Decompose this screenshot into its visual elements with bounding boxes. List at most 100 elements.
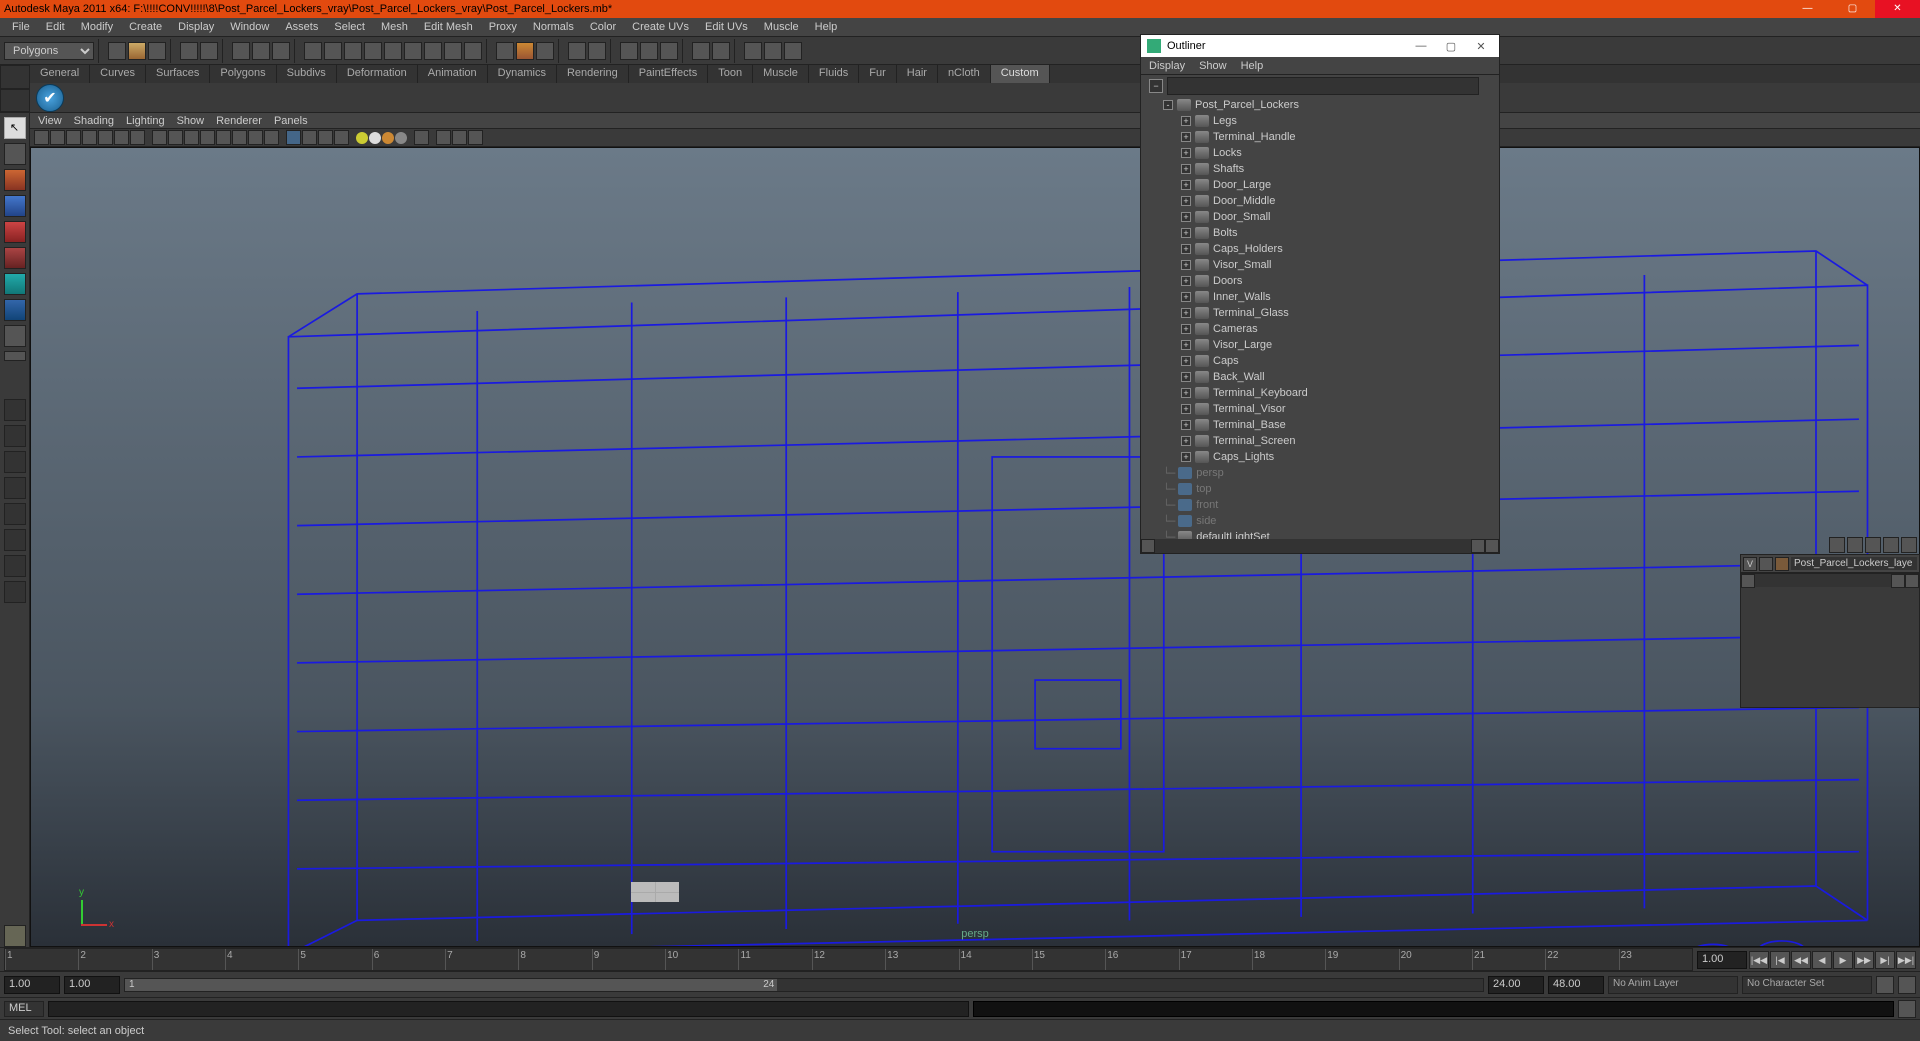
- outliner-node[interactable]: └─front: [1141, 497, 1499, 513]
- outliner-node[interactable]: +Locks: [1141, 145, 1499, 161]
- universal-manip-tool[interactable]: [4, 273, 26, 295]
- layer-visibility-toggle[interactable]: V: [1743, 557, 1757, 571]
- outliner-node[interactable]: +Door_Large: [1141, 177, 1499, 193]
- shelf-tab-painteffects[interactable]: PaintEffects: [629, 65, 709, 83]
- panel-wire-icon[interactable]: [152, 130, 167, 145]
- expand-icon[interactable]: +: [1181, 308, 1191, 318]
- expand-icon[interactable]: +: [1181, 372, 1191, 382]
- outliner-node[interactable]: +Bolts: [1141, 225, 1499, 241]
- panel-light-icon[interactable]: [200, 130, 215, 145]
- panel-gate-mask-icon[interactable]: [130, 130, 145, 145]
- panel-isolate-icon[interactable]: [248, 130, 263, 145]
- expand-icon[interactable]: +: [1181, 260, 1191, 270]
- expand-icon[interactable]: +: [1181, 164, 1191, 174]
- outliner-menu-show[interactable]: Show: [1199, 60, 1227, 72]
- attribute-editor-icon[interactable]: [744, 42, 762, 60]
- autokey-icon[interactable]: [1876, 976, 1894, 994]
- menu-edit-mesh[interactable]: Edit Mesh: [416, 19, 481, 35]
- shelf-tab-general[interactable]: General: [30, 65, 90, 83]
- shelf-tab-curves[interactable]: Curves: [90, 65, 146, 83]
- outliner-node[interactable]: +Visor_Small: [1141, 257, 1499, 273]
- expand-icon[interactable]: +: [1181, 244, 1191, 254]
- panel-dot-orange-icon[interactable]: [382, 132, 394, 144]
- menu-muscle[interactable]: Muscle: [756, 19, 807, 35]
- playback-button-4[interactable]: ▶: [1833, 951, 1853, 969]
- range-in-field[interactable]: 1.00: [64, 976, 120, 994]
- save-scene-icon[interactable]: [148, 42, 166, 60]
- mask-icon-9[interactable]: [464, 42, 482, 60]
- panel-misc-icon-3[interactable]: [468, 130, 483, 145]
- playback-button-0[interactable]: |◀◀: [1749, 951, 1769, 969]
- layer-name[interactable]: Post_Parcel_Lockers_laye: [1791, 557, 1917, 570]
- rotate-tool[interactable]: [4, 221, 26, 243]
- outliner-node[interactable]: └─side: [1141, 513, 1499, 529]
- expand-icon[interactable]: +: [1181, 436, 1191, 446]
- scroll-end-icon[interactable]: [1485, 539, 1499, 553]
- expand-icon[interactable]: +: [1181, 388, 1191, 398]
- outliner-node[interactable]: -Post_Parcel_Lockers: [1141, 97, 1499, 113]
- outliner-node[interactable]: +Terminal_Screen: [1141, 433, 1499, 449]
- layer-icon-4[interactable]: [1883, 537, 1899, 553]
- outliner-node[interactable]: +Inner_Walls: [1141, 289, 1499, 305]
- show-manip-tool[interactable]: [4, 325, 26, 347]
- minimize-button[interactable]: —: [1785, 0, 1830, 18]
- panel-dot-yellow-icon[interactable]: [356, 132, 368, 144]
- panel-resolution-gate-icon[interactable]: [114, 130, 129, 145]
- expand-icon[interactable]: +: [1181, 420, 1191, 430]
- panel-grid-icon[interactable]: [82, 130, 97, 145]
- shelf-tab-surfaces[interactable]: Surfaces: [146, 65, 210, 83]
- snap-grid-icon[interactable]: [496, 42, 514, 60]
- soft-mod-tool[interactable]: [4, 299, 26, 321]
- select-component-icon[interactable]: [272, 42, 290, 60]
- mode-selector[interactable]: Polygons: [4, 42, 94, 60]
- panel-dot-grey-icon[interactable]: [395, 132, 407, 144]
- menu-color[interactable]: Color: [582, 19, 624, 35]
- layer-icon-1[interactable]: [1829, 537, 1845, 553]
- expand-icon[interactable]: +: [1181, 212, 1191, 222]
- range-start-field[interactable]: 1.00: [4, 976, 60, 994]
- mask-icon-4[interactable]: [364, 42, 382, 60]
- outliner-node[interactable]: +Terminal_Handle: [1141, 129, 1499, 145]
- panel-layout-icon-1[interactable]: [692, 42, 710, 60]
- outliner-node[interactable]: └─persp: [1141, 465, 1499, 481]
- layout-single-icon[interactable]: [4, 399, 26, 421]
- layout-graph-icon[interactable]: [4, 555, 26, 577]
- construction-history-icon[interactable]: [568, 42, 586, 60]
- panel-xray-icon[interactable]: [232, 130, 247, 145]
- panel-menu-lighting[interactable]: Lighting: [126, 115, 165, 127]
- range-bar[interactable]: [125, 979, 777, 991]
- shelf-tab-muscle[interactable]: Muscle: [753, 65, 809, 83]
- panel-misc-icon-2[interactable]: [452, 130, 467, 145]
- mask-icon-1[interactable]: [304, 42, 322, 60]
- panel-bookmark-icon[interactable]: [50, 130, 65, 145]
- shelf-tab-polygons[interactable]: Polygons: [210, 65, 276, 83]
- outliner-collapse-icon[interactable]: −: [1149, 79, 1163, 93]
- menu-help[interactable]: Help: [807, 19, 846, 35]
- expand-icon[interactable]: +: [1181, 452, 1191, 462]
- script-editor-icon[interactable]: [1898, 1000, 1916, 1018]
- panel-misc-icon-1[interactable]: [436, 130, 451, 145]
- scroll-right-icon[interactable]: [1471, 539, 1485, 553]
- render-settings-icon[interactable]: [660, 42, 678, 60]
- shelf-toggle-buttons[interactable]: [0, 65, 30, 112]
- playback-button-3[interactable]: ◀: [1812, 951, 1832, 969]
- open-scene-icon[interactable]: [128, 42, 146, 60]
- menu-window[interactable]: Window: [222, 19, 277, 35]
- layer-icon-5[interactable]: [1901, 537, 1917, 553]
- shelf-tab-subdivs[interactable]: Subdivs: [277, 65, 337, 83]
- expand-icon[interactable]: +: [1181, 228, 1191, 238]
- prefs-icon[interactable]: [1898, 976, 1916, 994]
- move-tool[interactable]: [4, 195, 26, 217]
- last-tool[interactable]: [4, 351, 26, 361]
- menu-create-uvs[interactable]: Create UVs: [624, 19, 697, 35]
- select-object-icon[interactable]: [252, 42, 270, 60]
- playback-button-1[interactable]: |◀: [1770, 951, 1790, 969]
- channel-box-icon[interactable]: [784, 42, 802, 60]
- menu-select[interactable]: Select: [326, 19, 373, 35]
- tool-settings-icon[interactable]: [764, 42, 782, 60]
- anim-layer-select[interactable]: No Anim Layer: [1608, 976, 1738, 994]
- layout-two-v-icon[interactable]: [4, 477, 26, 499]
- outliner-menu-display[interactable]: Display: [1149, 60, 1185, 72]
- playback-button-2[interactable]: ◀◀: [1791, 951, 1811, 969]
- lasso-tool[interactable]: [4, 143, 26, 165]
